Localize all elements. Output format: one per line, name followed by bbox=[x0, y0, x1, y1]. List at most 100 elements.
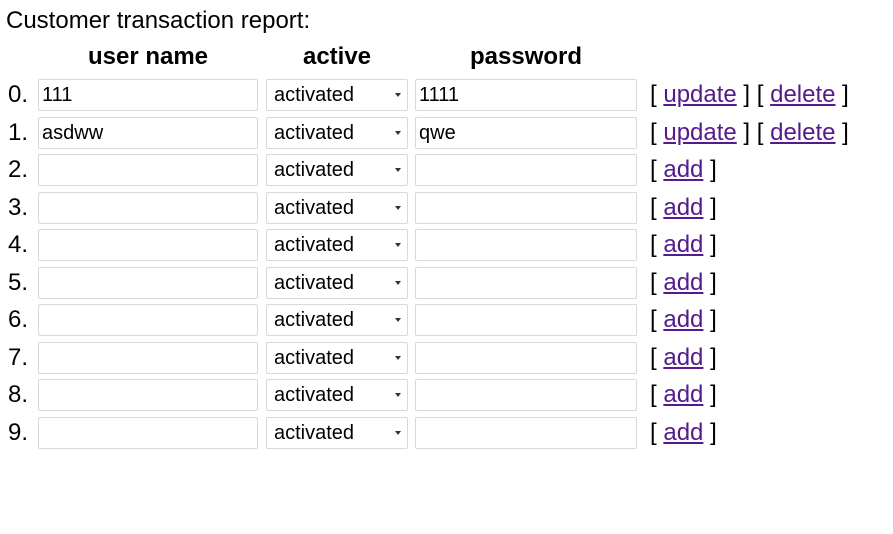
chevron-down-icon bbox=[395, 393, 401, 397]
add-link[interactable]: add bbox=[663, 269, 703, 296]
row-index: 2. bbox=[8, 156, 29, 183]
username-field[interactable] bbox=[38, 192, 258, 224]
table-row: 9. activated [ add ] bbox=[0, 417, 893, 449]
bracket-open: [ bbox=[650, 81, 657, 108]
chevron-down-icon bbox=[395, 168, 401, 172]
page-title: Customer transaction report: bbox=[6, 7, 311, 34]
username-field[interactable] bbox=[38, 342, 258, 374]
password-field[interactable] bbox=[415, 229, 637, 261]
active-select-value: activated bbox=[274, 384, 355, 406]
bracket-open: [ bbox=[650, 194, 657, 221]
chevron-down-icon bbox=[395, 318, 401, 322]
add-link[interactable]: add bbox=[663, 381, 703, 408]
bracket-close: ] bbox=[842, 119, 849, 146]
active-select[interactable]: activated bbox=[266, 79, 408, 111]
bracket-open: [ bbox=[650, 344, 657, 371]
active-select-value: activated bbox=[274, 197, 355, 219]
password-field[interactable] bbox=[415, 117, 637, 149]
bracket-open: [ bbox=[650, 119, 657, 146]
delete-link[interactable]: delete bbox=[770, 81, 835, 108]
username-field[interactable] bbox=[38, 229, 258, 261]
table-row: 7. activated [ add ] bbox=[0, 342, 893, 374]
row-actions: [ add ] bbox=[650, 154, 717, 186]
password-field[interactable] bbox=[415, 379, 637, 411]
row-actions: [ add ] bbox=[650, 192, 717, 224]
active-select[interactable]: activated bbox=[266, 229, 408, 261]
delete-link[interactable]: delete bbox=[770, 119, 835, 146]
bracket-open: [ bbox=[650, 419, 657, 446]
add-link[interactable]: add bbox=[663, 156, 703, 183]
chevron-down-icon bbox=[395, 93, 401, 97]
row-index: 9. bbox=[8, 419, 29, 446]
bracket-close: ] bbox=[710, 306, 717, 333]
username-field[interactable] bbox=[38, 267, 258, 299]
active-select-value: activated bbox=[274, 422, 355, 444]
bracket-open: [ bbox=[650, 269, 657, 296]
active-select[interactable]: activated bbox=[266, 379, 408, 411]
bracket-close: ] bbox=[710, 269, 717, 296]
active-select[interactable]: activated bbox=[266, 267, 408, 299]
table-row: 3. activated [ add ] bbox=[0, 192, 893, 224]
row-actions: [ update ] [ delete ] bbox=[650, 117, 849, 149]
row-actions: [ update ] [ delete ] bbox=[650, 79, 849, 111]
table-row: 0. activated [ update ] [ delete ] bbox=[0, 79, 893, 111]
row-actions: [ add ] bbox=[650, 342, 717, 374]
chevron-down-icon bbox=[395, 431, 401, 435]
table-row: 2. activated [ add ] bbox=[0, 154, 893, 186]
row-index: 8. bbox=[8, 381, 29, 408]
bracket-close: ] bbox=[743, 119, 751, 146]
add-link[interactable]: add bbox=[663, 419, 703, 446]
username-field[interactable] bbox=[38, 379, 258, 411]
chevron-down-icon bbox=[395, 131, 401, 135]
active-select-value: activated bbox=[274, 347, 355, 369]
bracket-open: [ bbox=[756, 81, 764, 108]
chevron-down-icon bbox=[395, 243, 401, 247]
password-field[interactable] bbox=[415, 342, 637, 374]
row-index: 1. bbox=[8, 119, 29, 146]
username-field[interactable] bbox=[38, 417, 258, 449]
password-field[interactable] bbox=[415, 417, 637, 449]
active-select[interactable]: activated bbox=[266, 417, 408, 449]
add-link[interactable]: add bbox=[663, 306, 703, 333]
password-field[interactable] bbox=[415, 267, 637, 299]
row-actions: [ add ] bbox=[650, 229, 717, 261]
row-index: 5. bbox=[8, 269, 29, 296]
password-field[interactable] bbox=[415, 304, 637, 336]
active-select[interactable]: activated bbox=[266, 192, 408, 224]
username-field[interactable] bbox=[38, 304, 258, 336]
table-row: 1. activated [ update ] [ delete ] bbox=[0, 117, 893, 149]
active-select[interactable]: activated bbox=[266, 154, 408, 186]
active-select[interactable]: activated bbox=[266, 117, 408, 149]
table-row: 6. activated [ add ] bbox=[0, 304, 893, 336]
password-field[interactable] bbox=[415, 192, 637, 224]
bracket-open: [ bbox=[650, 381, 657, 408]
bracket-close: ] bbox=[710, 194, 717, 221]
username-field[interactable] bbox=[38, 154, 258, 186]
active-select[interactable]: activated bbox=[266, 304, 408, 336]
active-select-value: activated bbox=[274, 272, 355, 294]
bracket-close: ] bbox=[710, 344, 717, 371]
active-select[interactable]: activated bbox=[266, 342, 408, 374]
bracket-close: ] bbox=[710, 231, 717, 258]
column-header-active: active bbox=[302, 43, 372, 70]
password-field[interactable] bbox=[415, 79, 637, 111]
bracket-open: [ bbox=[650, 156, 657, 183]
row-actions: [ add ] bbox=[650, 379, 717, 411]
add-link[interactable]: add bbox=[663, 344, 703, 371]
username-field[interactable] bbox=[38, 117, 258, 149]
row-index: 3. bbox=[8, 194, 29, 221]
table-row: 8. activated [ add ] bbox=[0, 379, 893, 411]
row-index: 6. bbox=[8, 306, 29, 333]
password-field[interactable] bbox=[415, 154, 637, 186]
add-link[interactable]: add bbox=[663, 194, 703, 221]
add-link[interactable]: add bbox=[663, 231, 703, 258]
username-field[interactable] bbox=[38, 79, 258, 111]
update-link[interactable]: update bbox=[663, 81, 736, 108]
table-row: 5. activated [ add ] bbox=[0, 267, 893, 299]
bracket-open: [ bbox=[756, 119, 764, 146]
row-actions: [ add ] bbox=[650, 417, 717, 449]
row-actions: [ add ] bbox=[650, 304, 717, 336]
update-link[interactable]: update bbox=[663, 119, 736, 146]
row-index: 7. bbox=[8, 344, 29, 371]
active-select-value: activated bbox=[274, 309, 355, 331]
